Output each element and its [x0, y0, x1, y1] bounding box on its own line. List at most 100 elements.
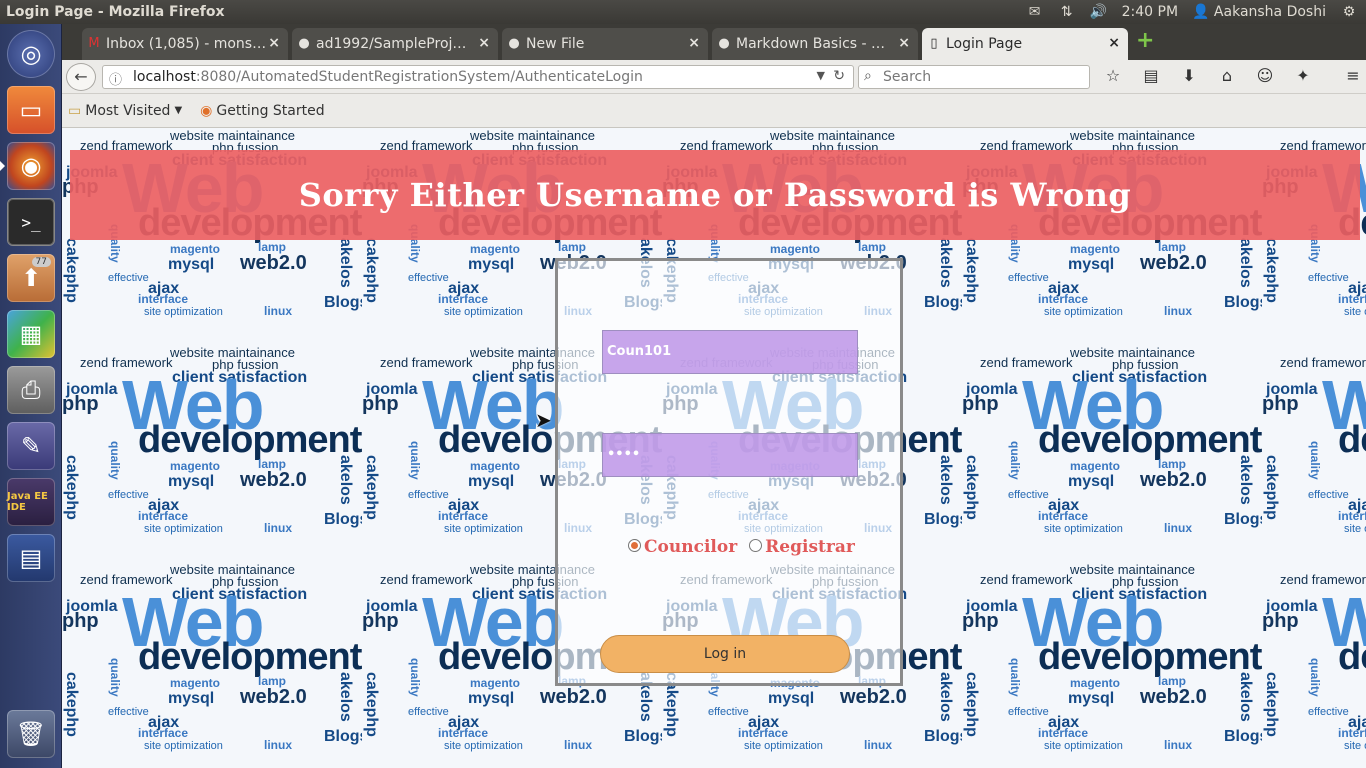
wallpaper-word: web2.0: [1140, 469, 1207, 491]
login-button[interactable]: Log in: [600, 635, 850, 673]
tab-title: ad1992/SampleProj…: [316, 36, 467, 52]
wallpaper-word: interface: [438, 292, 489, 306]
wallpaper-word: php: [1262, 393, 1299, 415]
wallpaper-word: magento: [170, 242, 221, 256]
chat-icon[interactable]: ☺: [1254, 66, 1276, 85]
wallpaper-word: quality: [1008, 441, 1022, 480]
getting-started-bookmark[interactable]: ◉ Getting Started: [200, 103, 324, 119]
launcher-trash-button[interactable]: 🗑: [7, 710, 55, 758]
username-field[interactable]: Coun101: [602, 330, 858, 374]
wallpaper-word: akelos: [1237, 455, 1254, 505]
wallpaper-word: interface: [1338, 292, 1366, 306]
wallpaper-word: effective: [108, 272, 149, 284]
dropdown-icon[interactable]: ▼: [817, 69, 825, 82]
wallpaper-word: cakephp: [63, 455, 80, 520]
wallpaper-word: web2.0: [1140, 252, 1207, 274]
settings-gear-icon[interactable]: ⚙: [1340, 4, 1358, 20]
volume-icon[interactable]: 🔊: [1090, 4, 1108, 20]
emacs-icon: ✎: [20, 432, 42, 460]
error-message: Sorry Either Username or Password is Wro…: [298, 176, 1132, 214]
wallpaper-word: interface: [1038, 509, 1089, 523]
wallpaper-word: cakephp: [363, 238, 380, 303]
wallpaper-word: akelos: [937, 672, 954, 722]
close-icon[interactable]: ×: [898, 35, 910, 51]
clock[interactable]: 2:40 PM: [1122, 4, 1178, 20]
user-menu[interactable]: 👤 Aakansha Doshi: [1192, 4, 1326, 20]
reload-icon[interactable]: ↻: [833, 68, 845, 84]
launcher-firefox-button[interactable]: ◉: [0, 142, 55, 190]
toolbar-icons: ☆ ▤ ⬇ ⌂ ☺ ✦ ≡: [1102, 66, 1364, 85]
wallpaper-word: effective: [1308, 706, 1349, 718]
wallpaper-tile: website maintainancezend frameworkphp fu…: [1262, 562, 1366, 768]
wallpaper-word: site optimization: [1044, 306, 1123, 318]
home-icon[interactable]: ⌂: [1216, 66, 1238, 85]
launcher-dash-button[interactable]: ◎: [7, 30, 55, 78]
registrar-radio[interactable]: [749, 539, 763, 552]
wallpaper-word: Blogs: [924, 511, 962, 528]
menu-hamburger-icon[interactable]: ≡: [1342, 66, 1364, 85]
firefox-icon: ◉: [20, 152, 42, 180]
wallpaper-word: magento: [470, 242, 521, 256]
launcher-terminal-button[interactable]: >_: [7, 198, 55, 246]
wallpaper-tile: website maintainancezend frameworkphp fu…: [1262, 345, 1366, 562]
wallpaper-word: Blogs: [1224, 511, 1262, 528]
password-field[interactable]: ••••: [602, 433, 858, 477]
role-councilor-option[interactable]: Councilor: [628, 537, 737, 557]
wallpaper-word: effective: [408, 706, 449, 718]
wallpaper-word: magento: [1070, 242, 1121, 256]
most-visited-bookmark[interactable]: ▭ Most Visited ▼: [68, 103, 182, 119]
wallpaper-word: php: [362, 610, 399, 632]
wallpaper-word: web2.0: [840, 686, 907, 708]
github-icon: ●: [508, 36, 520, 51]
wallpaper-word: interface: [1338, 726, 1366, 740]
wallpaper-word: development: [138, 419, 362, 461]
site-info-icon[interactable]: ⓘ: [109, 69, 122, 88]
tab-markdown-basics[interactable]: ● Markdown Basics - … ×: [712, 28, 918, 60]
wallpaper-word: interface: [438, 509, 489, 523]
url-bar[interactable]: ⓘ localhost:8080/AutomatedStudentRegistr…: [102, 65, 854, 89]
tab-inbox[interactable]: M Inbox (1,085) - mons… ×: [82, 28, 288, 60]
launcher-printer-button[interactable]: ⎙: [7, 366, 55, 414]
wallpaper-word: quality: [408, 441, 422, 480]
launcher-updater-button[interactable]: 77 ⬆: [7, 254, 55, 302]
extension-icon[interactable]: ✦: [1292, 66, 1314, 85]
wallpaper-word: interface: [138, 292, 189, 306]
wallpaper-word: php: [962, 610, 999, 632]
system-tray: ✉ ⇅ 🔊 2:40 PM 👤 Aakansha Doshi ⚙: [1026, 0, 1366, 24]
bookmark-star-icon[interactable]: ☆: [1102, 66, 1124, 85]
wallpaper-word: magento: [470, 459, 521, 473]
role-registrar-option[interactable]: Registrar: [749, 537, 855, 557]
wallpaper-word: mysql: [168, 473, 215, 490]
wallpaper-word: mysql: [168, 690, 215, 707]
reading-list-icon[interactable]: ▤: [1140, 66, 1162, 85]
close-icon[interactable]: ×: [1108, 35, 1120, 51]
launcher-blocks-button[interactable]: ▦: [7, 310, 55, 358]
wallpaper-word: lamp: [1158, 457, 1187, 471]
wallpaper-word: site optimization: [1344, 523, 1366, 535]
wallpaper-word: cakephp: [363, 672, 380, 737]
search-input[interactable]: ⌕ Search: [858, 65, 1090, 89]
launcher-files-button[interactable]: ▭: [7, 86, 55, 134]
wallpaper-word: linux: [1164, 521, 1193, 535]
tab-sampleproj[interactable]: ● ad1992/SampleProj… ×: [292, 28, 498, 60]
tab-login-page[interactable]: ▯ Login Page ×: [922, 28, 1128, 60]
councilor-radio[interactable]: [628, 539, 641, 552]
new-tab-plus-icon[interactable]: +: [1136, 30, 1154, 52]
wallpaper-word: effective: [108, 489, 149, 501]
launcher-emacs-button[interactable]: ✎: [7, 422, 55, 470]
close-icon[interactable]: ×: [268, 35, 280, 51]
wallpaper-word: mysql: [468, 473, 515, 490]
user-icon: 👤: [1192, 4, 1210, 20]
launcher-java-ide-button[interactable]: Java EE IDE: [7, 478, 55, 526]
download-icon[interactable]: ⬇: [1178, 66, 1200, 85]
wallpaper-word: effective: [1008, 706, 1049, 718]
wallpaper-word: lamp: [1158, 674, 1187, 688]
tab-new-file[interactable]: ● New File ×: [502, 28, 708, 60]
launcher-workspaces-button[interactable]: ▤: [7, 534, 55, 582]
mail-icon[interactable]: ✉: [1026, 4, 1044, 20]
back-button[interactable]: ←: [66, 63, 96, 91]
folder-icon: ▭: [68, 102, 82, 119]
close-icon[interactable]: ×: [688, 35, 700, 51]
network-icon[interactable]: ⇅: [1058, 4, 1076, 20]
close-icon[interactable]: ×: [478, 35, 490, 51]
